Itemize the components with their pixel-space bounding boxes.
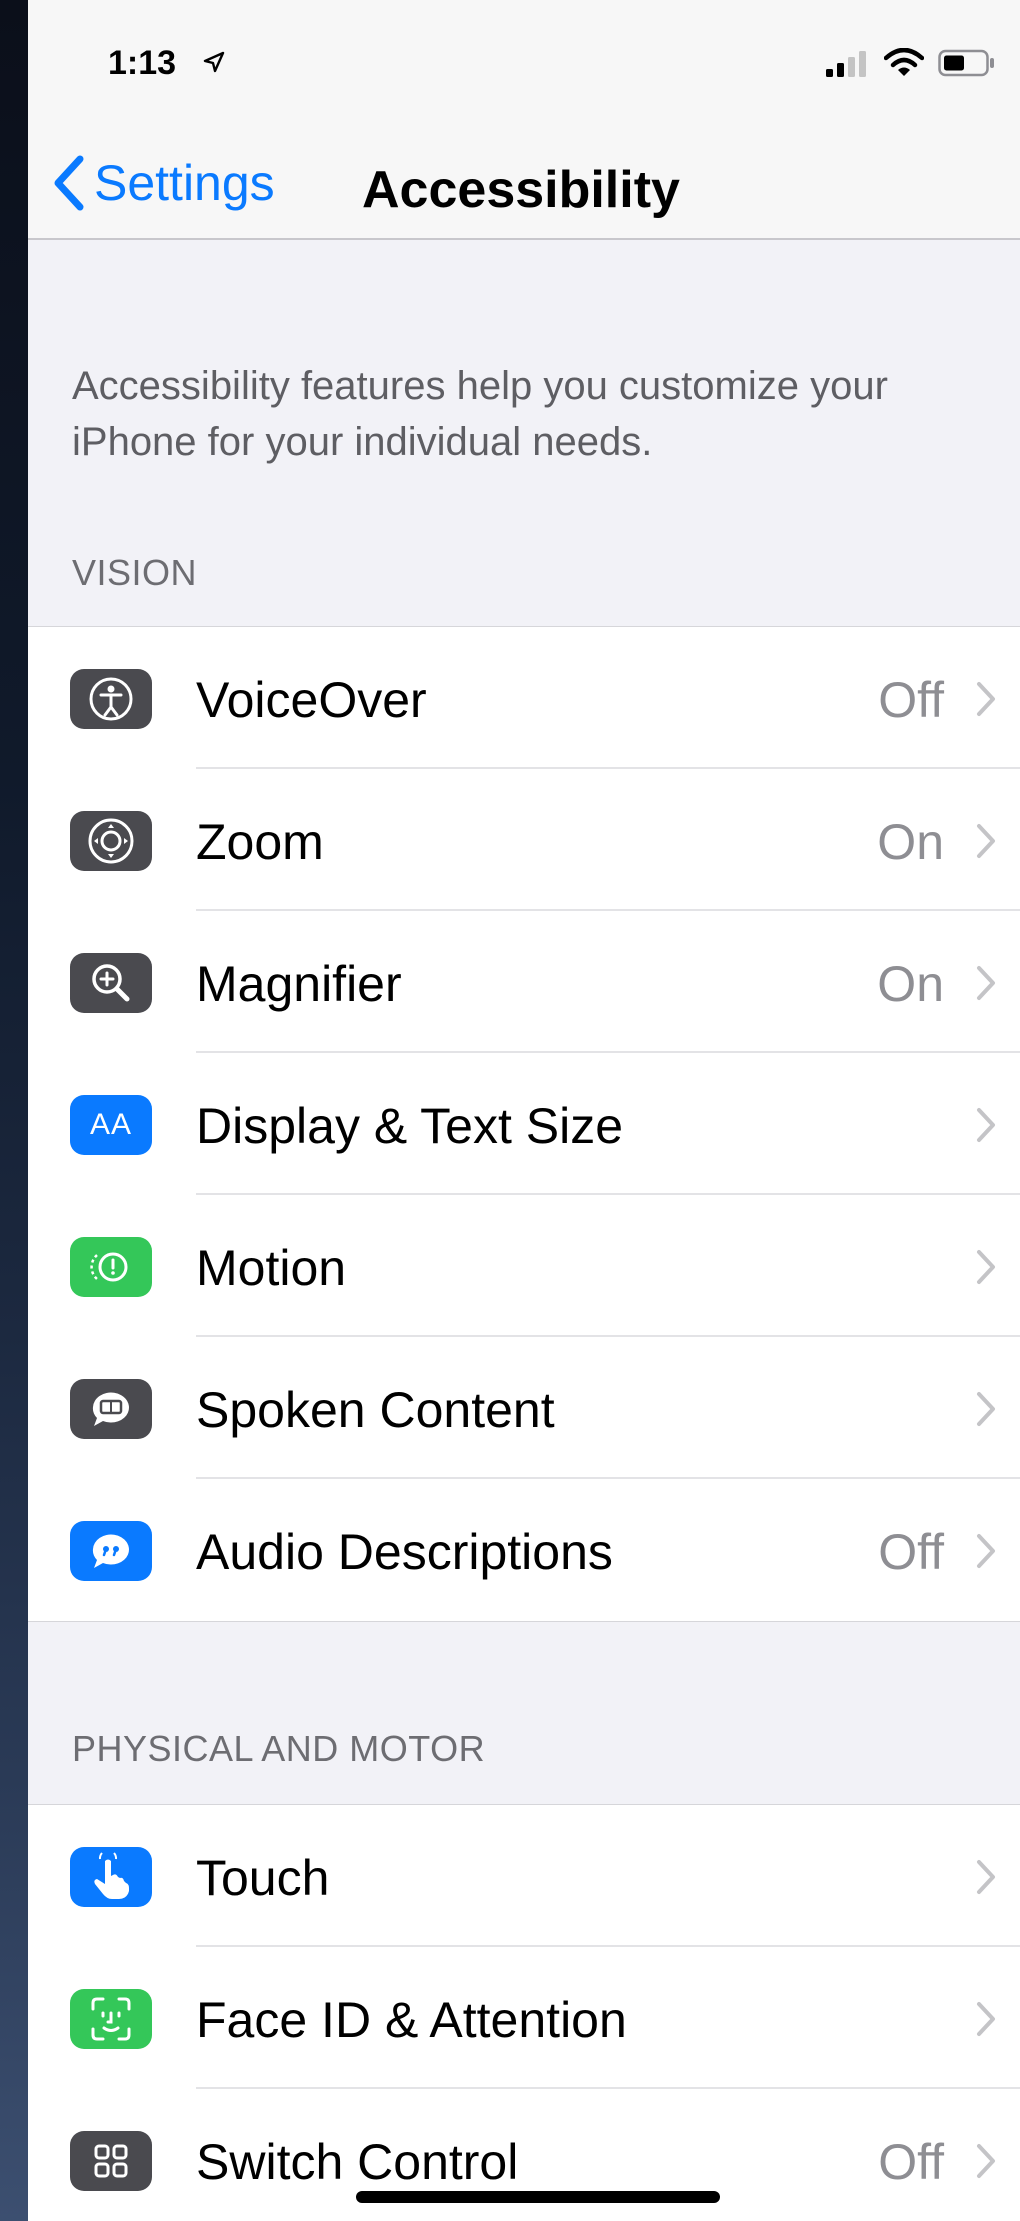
- battery-icon: [938, 49, 994, 77]
- touch-icon: [70, 1847, 152, 1907]
- physical-motor-group: Touch Face ID & Attention Switch Control…: [28, 1804, 1020, 2221]
- row-display-text-size[interactable]: AA Display & Text Size: [28, 1053, 1020, 1195]
- chevron-right-icon: [977, 1108, 995, 1142]
- row-label: Display & Text Size: [196, 1098, 624, 1154]
- chevron-right-icon: [977, 1534, 995, 1568]
- switch-control-icon: [70, 2131, 152, 2191]
- audio-descriptions-icon: [70, 1521, 152, 1581]
- row-zoom[interactable]: Zoom On: [28, 769, 1020, 911]
- status-bar: 1:13: [28, 0, 1020, 130]
- row-label: Face ID & Attention: [196, 1992, 627, 2048]
- row-label: Spoken Content: [196, 1382, 555, 1438]
- chevron-left-icon: [54, 155, 84, 211]
- home-indicator[interactable]: [356, 2191, 720, 2203]
- phone-screen: 1:13 Settings Accessibility Accessibilit…: [28, 0, 1020, 2221]
- chevron-right-icon: [977, 2002, 995, 2036]
- status-icons: [826, 48, 996, 78]
- row-value: Off: [878, 672, 944, 728]
- row-label: Zoom: [196, 814, 324, 870]
- voiceover-icon: [70, 669, 152, 729]
- chevron-right-icon: [977, 1250, 995, 1284]
- face-id-icon: [70, 1989, 152, 2049]
- row-label: Motion: [196, 1240, 347, 1296]
- page-title: Accessibility: [362, 161, 680, 219]
- location-arrow-icon: [203, 51, 225, 73]
- row-magnifier[interactable]: Magnifier On: [28, 911, 1020, 1053]
- navigation-bar: Settings Accessibility: [28, 130, 1020, 240]
- chevron-right-icon: [977, 966, 995, 1000]
- row-label: Switch Control: [196, 2134, 519, 2190]
- wifi-icon: [884, 48, 924, 76]
- row-voiceover[interactable]: VoiceOver Off: [28, 627, 1020, 769]
- row-touch[interactable]: Touch: [28, 1805, 1020, 1947]
- spoken-content-icon: [70, 1379, 152, 1439]
- motion-icon: [70, 1237, 152, 1297]
- back-label: Settings: [94, 155, 275, 211]
- zoom-icon: [70, 811, 152, 871]
- row-label: VoiceOver: [196, 672, 427, 728]
- row-value: Off: [878, 1524, 944, 1580]
- section-header-vision: VISION: [72, 552, 198, 593]
- chevron-right-icon: [977, 2144, 995, 2178]
- back-button[interactable]: Settings: [48, 148, 275, 218]
- chevron-right-icon: [977, 1860, 995, 1894]
- row-value: Off: [878, 2134, 944, 2190]
- row-motion[interactable]: Motion: [28, 1195, 1020, 1337]
- row-audio-descriptions[interactable]: Audio Descriptions Off: [28, 1479, 1020, 1621]
- intro-text: Accessibility features help you customiz…: [72, 364, 888, 464]
- row-label: Magnifier: [196, 956, 402, 1012]
- row-label: Touch: [196, 1850, 330, 1906]
- section-header-physical-motor: PHYSICAL AND MOTOR: [72, 1728, 486, 1769]
- status-time: 1:13: [108, 44, 177, 82]
- vision-group: VoiceOver Off Zoom On Magnifier On AA Di…: [28, 626, 1020, 1622]
- text-size-icon: AA: [70, 1095, 152, 1155]
- chevron-right-icon: [977, 1392, 995, 1426]
- chevron-right-icon: [977, 824, 995, 858]
- row-label: Audio Descriptions: [196, 1524, 613, 1580]
- row-value: On: [877, 956, 944, 1012]
- row-value: On: [877, 814, 944, 870]
- row-spoken-content[interactable]: Spoken Content: [28, 1337, 1020, 1479]
- chevron-right-icon: [977, 682, 995, 716]
- cellular-signal-icon: [826, 51, 866, 77]
- magnifier-icon: [70, 953, 152, 1013]
- row-face-id-attention[interactable]: Face ID & Attention: [28, 1947, 1020, 2089]
